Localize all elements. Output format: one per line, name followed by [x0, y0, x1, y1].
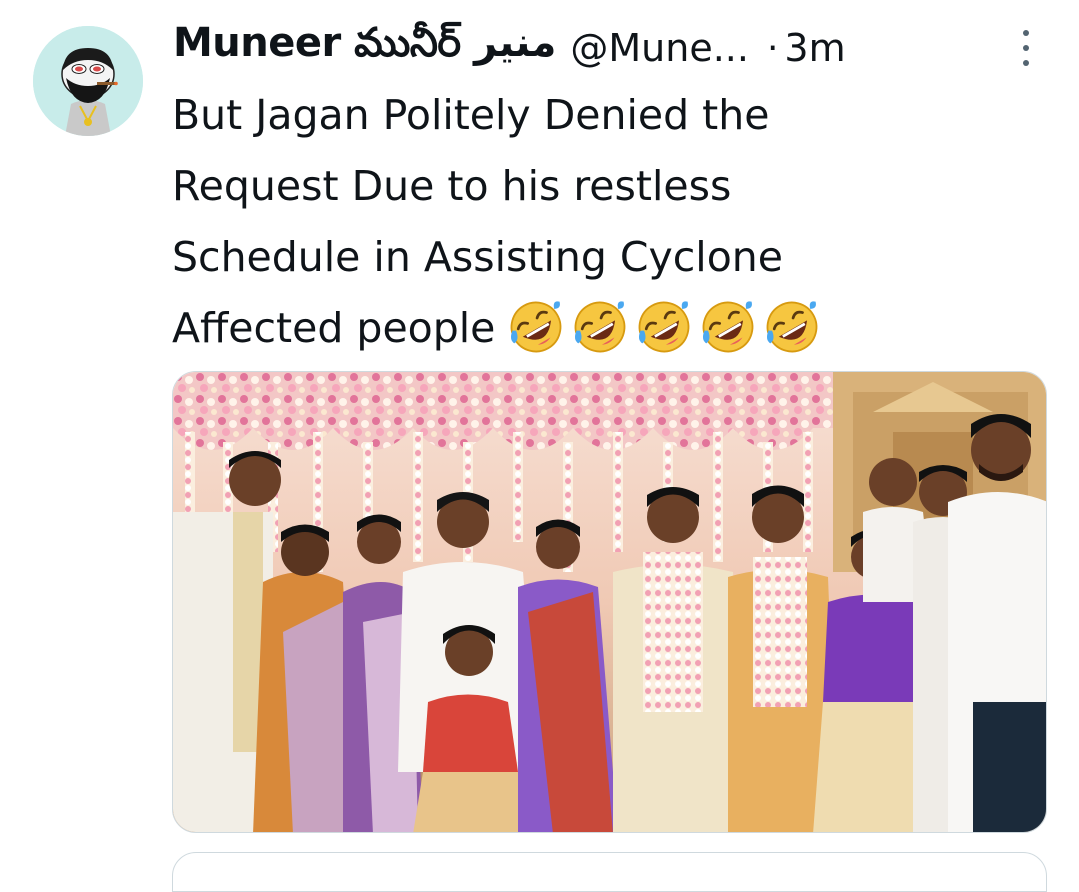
- more-dot: [1023, 45, 1029, 51]
- tweet-text: But Jagan Politely Denied the Request Du…: [172, 80, 1032, 364]
- separator-dot: ·: [766, 27, 779, 69]
- wedding-group-photo: [173, 372, 1046, 832]
- tweet-text-line-2: Request Due to his restless: [172, 162, 732, 210]
- more-vertical-icon: [1023, 30, 1029, 36]
- display-name[interactable]: Muneer మునీర్ منير: [173, 20, 557, 76]
- tweet-photo[interactable]: [172, 371, 1047, 833]
- avatar-cartoon-icon: [33, 26, 143, 136]
- rofl-emoji-icon: [767, 301, 818, 353]
- user-handle[interactable]: @Mune...: [570, 26, 749, 70]
- rofl-emoji-icon: [703, 301, 754, 353]
- next-tweet-card-edge: [172, 852, 1047, 892]
- tweet-card[interactable]: Muneer మునీర్ منير @Mune... · 3m But Jag…: [0, 0, 1079, 892]
- more-dot: [1023, 60, 1029, 66]
- rofl-emoji-icon: [575, 301, 626, 353]
- tweet-header: Muneer మునీర్ منير @Mune... · 3m: [173, 20, 1043, 76]
- more-options-button[interactable]: [1011, 28, 1041, 68]
- tweet-text-line-3: Schedule in Assisting Cyclone: [172, 233, 783, 281]
- rofl-emoji-icon: [511, 301, 562, 353]
- timestamp[interactable]: 3m: [784, 26, 845, 70]
- tweet-text-line-1: But Jagan Politely Denied the: [172, 91, 770, 139]
- tweet-text-line-4: Affected people: [172, 304, 496, 352]
- tweet-text-line-4-wrap: Affected people: [172, 293, 1032, 364]
- rofl-emoji-icon: [639, 301, 690, 353]
- avatar[interactable]: [33, 26, 143, 136]
- emoji-group: [507, 298, 821, 356]
